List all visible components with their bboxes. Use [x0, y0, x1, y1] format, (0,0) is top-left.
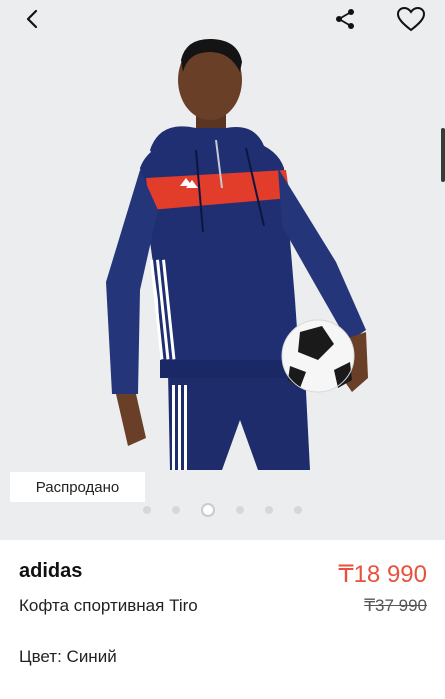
favorite-button[interactable] — [394, 4, 428, 34]
share-button[interactable] — [328, 4, 362, 34]
pagination-dot-active[interactable] — [201, 503, 215, 517]
current-price: ₸18 990 — [338, 561, 427, 588]
product-title: Кофта спортивная Tiro — [19, 596, 198, 615]
top-bar — [0, 0, 445, 40]
share-icon — [336, 9, 354, 29]
back-button[interactable] — [16, 4, 50, 34]
pagination-dot[interactable] — [143, 506, 151, 514]
pagination-dot[interactable] — [236, 506, 244, 514]
product-photo — [0, 0, 445, 470]
scroll-indicator — [441, 128, 445, 182]
product-gallery[interactable]: Распродано — [0, 0, 445, 540]
sold-out-badge: Распродано — [10, 472, 145, 502]
heart-icon — [396, 6, 426, 32]
brand-name[interactable]: adidas — [19, 560, 82, 583]
product-info: adidas ₸18 990 Кофта спортивная Tiro ₸37… — [0, 540, 445, 699]
pagination-dot[interactable] — [294, 506, 302, 514]
color-label: Цвет: Синий — [19, 647, 117, 666]
pagination-dot[interactable] — [172, 506, 180, 514]
gallery-pagination — [0, 500, 445, 520]
chevron-left-icon — [26, 9, 38, 29]
pagination-dot[interactable] — [265, 506, 273, 514]
old-price: ₸37 990 — [364, 596, 427, 615]
